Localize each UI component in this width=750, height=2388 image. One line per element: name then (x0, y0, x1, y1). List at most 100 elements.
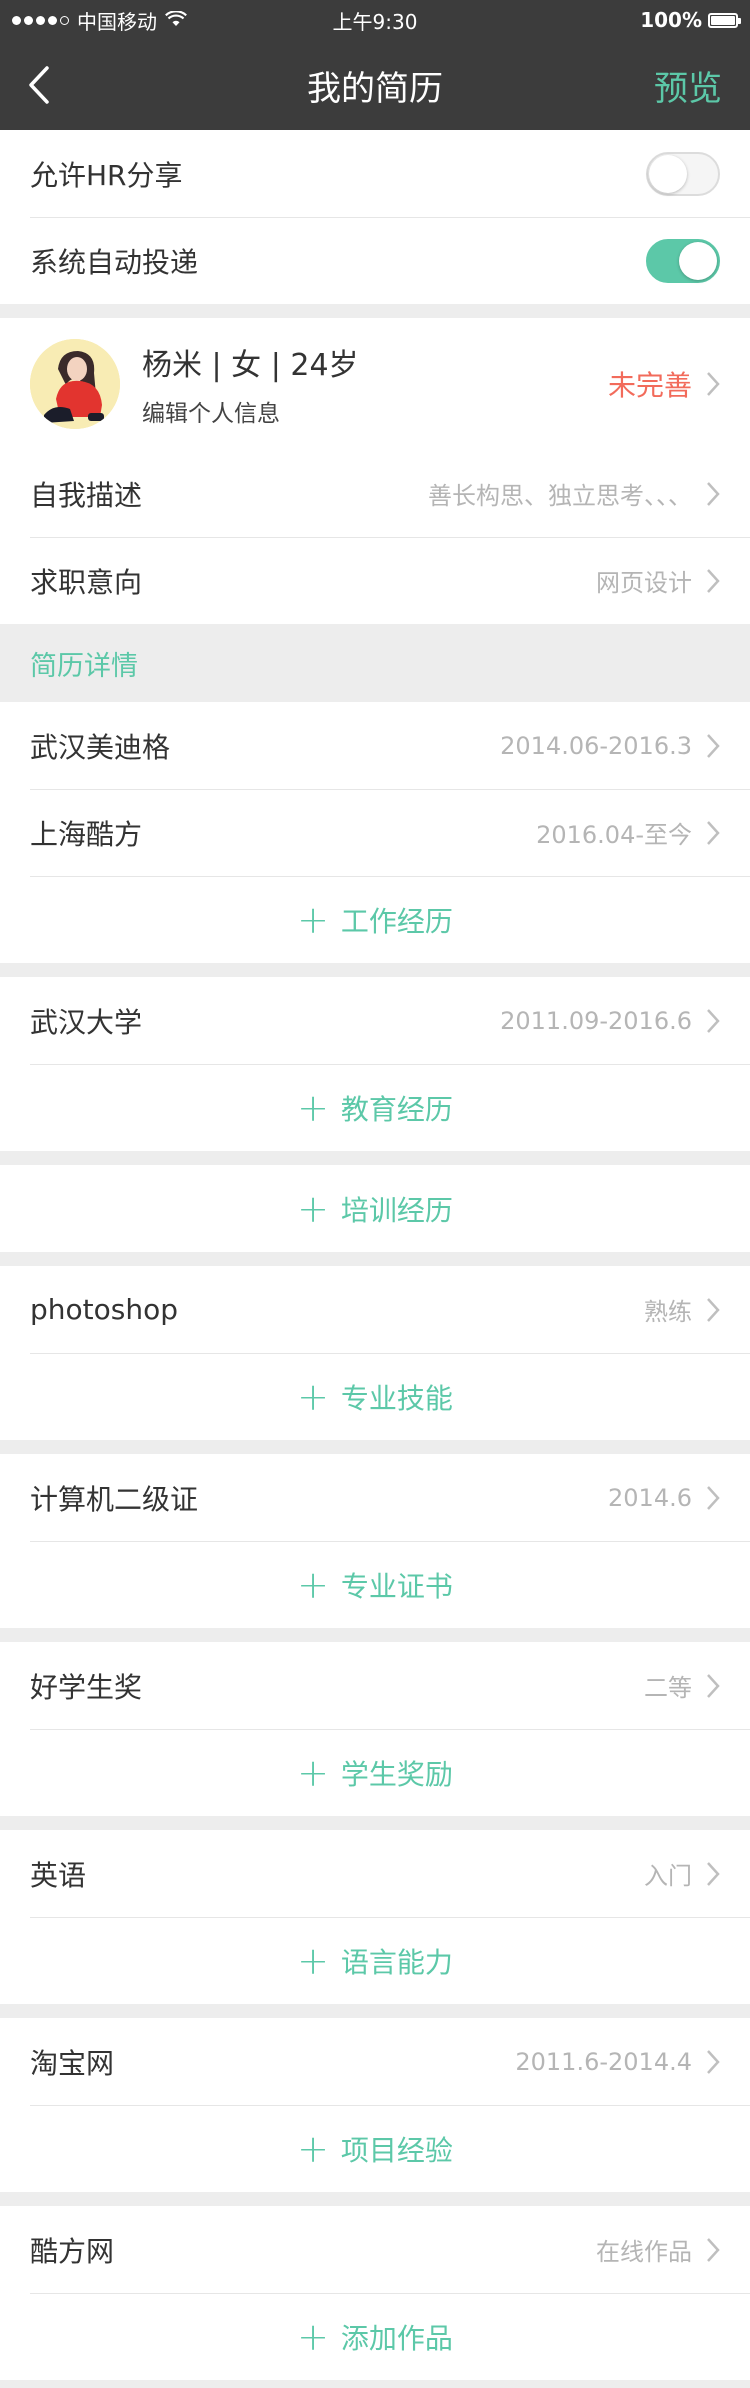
profile-row[interactable]: 杨米 | 女 | 24岁 编辑个人信息 未完善 (0, 318, 750, 450)
chevron-right-icon (706, 1485, 720, 1511)
award-item-label: 好学生奖 (30, 1670, 143, 1704)
add-award-button[interactable]: + 学生奖励 (0, 1729, 750, 1816)
list-item[interactable]: 上海酷方 2016.04-至今 (0, 789, 750, 876)
education-item-value: 2011.09-2016.6 (500, 1006, 692, 1035)
add-work-sample-button[interactable]: + 添加作品 (0, 2293, 750, 2380)
plus-icon: + (297, 1186, 329, 1231)
chevron-right-icon (706, 1008, 720, 1034)
preview-button[interactable]: 预览 (654, 61, 722, 110)
self-description-value: 善长构思、独立思考、、、 (428, 482, 692, 510)
training-section: + 培训经历 (0, 1165, 750, 1252)
certificate-item-value: 2014.6 (608, 1483, 692, 1512)
add-work-sample-label: 添加作品 (340, 2321, 453, 2355)
back-icon[interactable] (28, 65, 50, 105)
job-intention-value: 网页设计 (596, 569, 692, 597)
list-item[interactable]: 淘宝网 2011.6-2014.4 (0, 2018, 750, 2105)
skill-item-label: photoshop (30, 1293, 178, 1326)
plus-icon: + (297, 897, 329, 942)
education-item-label: 武汉大学 (30, 1005, 143, 1039)
profile-name: 杨米 | 女 | 24岁 (142, 348, 359, 383)
chevron-right-icon (706, 371, 720, 397)
work-section: 武汉美迪格 2014.06-2016.3 上海酷方 2016.04-至今 + 工… (0, 702, 750, 963)
self-description-label: 自我描述 (30, 478, 143, 512)
language-item-label: 英语 (30, 1858, 87, 1892)
battery-percent: 100% (640, 8, 702, 32)
list-item[interactable]: 武汉大学 2011.09-2016.6 (0, 977, 750, 1064)
project-item-value: 2011.6-2014.4 (515, 2047, 692, 2076)
languages-section: 英语 入门 + 语言能力 (0, 1830, 750, 2004)
certificates-section: 计算机二级证 2014.6 + 专业证书 (0, 1454, 750, 1628)
chevron-right-icon (706, 2237, 720, 2263)
chevron-right-icon (706, 733, 720, 759)
add-training-label: 培训经历 (340, 1193, 453, 1227)
add-language-label: 语言能力 (340, 1945, 453, 1979)
projects-section: 淘宝网 2011.6-2014.4 + 项目经验 (0, 2018, 750, 2192)
add-project-button[interactable]: + 项目经验 (0, 2105, 750, 2192)
profile-status: 未完善 (607, 369, 692, 402)
work-sample-value: 在线作品 (596, 2238, 692, 2266)
works-section: 酷方网 在线作品 + 添加作品 (0, 2206, 750, 2380)
avatar (30, 339, 120, 429)
chevron-right-icon (706, 1861, 720, 1887)
job-intention-row[interactable]: 求职意向 网页设计 (0, 537, 750, 624)
chevron-right-icon (706, 1673, 720, 1699)
education-section: 武汉大学 2011.09-2016.6 + 教育经历 (0, 977, 750, 1151)
nav-bar: 我的简历 预览 (0, 40, 750, 130)
work-sample-label: 酷方网 (30, 2234, 115, 2268)
self-description-row[interactable]: 自我描述 善长构思、独立思考、、、 (0, 450, 750, 537)
chevron-right-icon (706, 1297, 720, 1323)
skills-section: photoshop 熟练 + 专业技能 (0, 1266, 750, 1440)
list-item[interactable]: 好学生奖 二等 (0, 1642, 750, 1729)
plus-icon: + (297, 1085, 329, 1130)
work-item-value: 2014.06-2016.3 (500, 731, 692, 760)
add-certificate-label: 专业证书 (340, 1569, 453, 1603)
chevron-right-icon (706, 2049, 720, 2075)
list-item[interactable]: 酷方网 在线作品 (0, 2206, 750, 2293)
list-item[interactable]: 武汉美迪格 2014.06-2016.3 (0, 702, 750, 789)
status-bar: 中国移动 上午9:30 100% (0, 0, 750, 40)
plus-icon: + (297, 1938, 329, 1983)
settings-section: 允许HR分享 系统自动投递 (0, 130, 750, 304)
auto-deliver-row: 系统自动投递 (0, 217, 750, 304)
work-item-value: 2016.04-至今 (536, 821, 692, 849)
skill-item-value: 熟练 (644, 1298, 692, 1326)
resume-screen: 中国移动 上午9:30 100% 我的简历 预览 允许HR分享 系统自动投递 杨… (0, 0, 750, 2388)
profile-section: 杨米 | 女 | 24岁 编辑个人信息 未完善 自我描述 善长构思、独立思考、、… (0, 318, 750, 624)
add-training-button[interactable]: + 培训经历 (0, 1165, 750, 1252)
page-title: 我的简历 (307, 68, 443, 109)
add-skill-label: 专业技能 (340, 1381, 453, 1415)
edit-profile-label: 编辑个人信息 (142, 401, 280, 427)
chevron-right-icon (706, 481, 720, 507)
add-project-label: 项目经验 (340, 2133, 453, 2167)
add-education-label: 教育经历 (340, 1092, 453, 1126)
certificate-item-label: 计算机二级证 (30, 1482, 199, 1516)
add-work-button[interactable]: + 工作经历 (0, 876, 750, 963)
add-skill-button[interactable]: + 专业技能 (0, 1353, 750, 1440)
wifi-icon (165, 8, 187, 32)
language-item-value: 入门 (644, 1862, 692, 1890)
work-item-label: 武汉美迪格 (30, 730, 171, 764)
add-certificate-button[interactable]: + 专业证书 (0, 1541, 750, 1628)
hr-share-row: 允许HR分享 (0, 130, 750, 217)
list-item[interactable]: photoshop 熟练 (0, 1266, 750, 1353)
auto-deliver-toggle[interactable] (646, 238, 720, 283)
carrier-label: 中国移动 (77, 9, 157, 34)
list-item[interactable]: 英语 入门 (0, 1830, 750, 1917)
battery-icon (708, 12, 741, 28)
hr-share-toggle[interactable] (646, 151, 720, 196)
signal-icon (12, 15, 69, 25)
add-language-button[interactable]: + 语言能力 (0, 1917, 750, 2004)
add-work-label: 工作经历 (340, 904, 453, 938)
job-intention-label: 求职意向 (30, 565, 143, 599)
list-item[interactable]: 计算机二级证 2014.6 (0, 1454, 750, 1541)
plus-icon: + (297, 1562, 329, 1607)
award-item-value: 二等 (644, 1674, 692, 1702)
awards-section: 好学生奖 二等 + 学生奖励 (0, 1642, 750, 1816)
project-item-label: 淘宝网 (30, 2046, 115, 2080)
plus-icon: + (297, 1374, 329, 1419)
plus-icon: + (297, 1750, 329, 1795)
plus-icon: + (297, 2126, 329, 2171)
auto-deliver-label: 系统自动投递 (30, 245, 199, 279)
add-education-button[interactable]: + 教育经历 (0, 1064, 750, 1151)
hr-share-label: 允许HR分享 (30, 158, 183, 192)
